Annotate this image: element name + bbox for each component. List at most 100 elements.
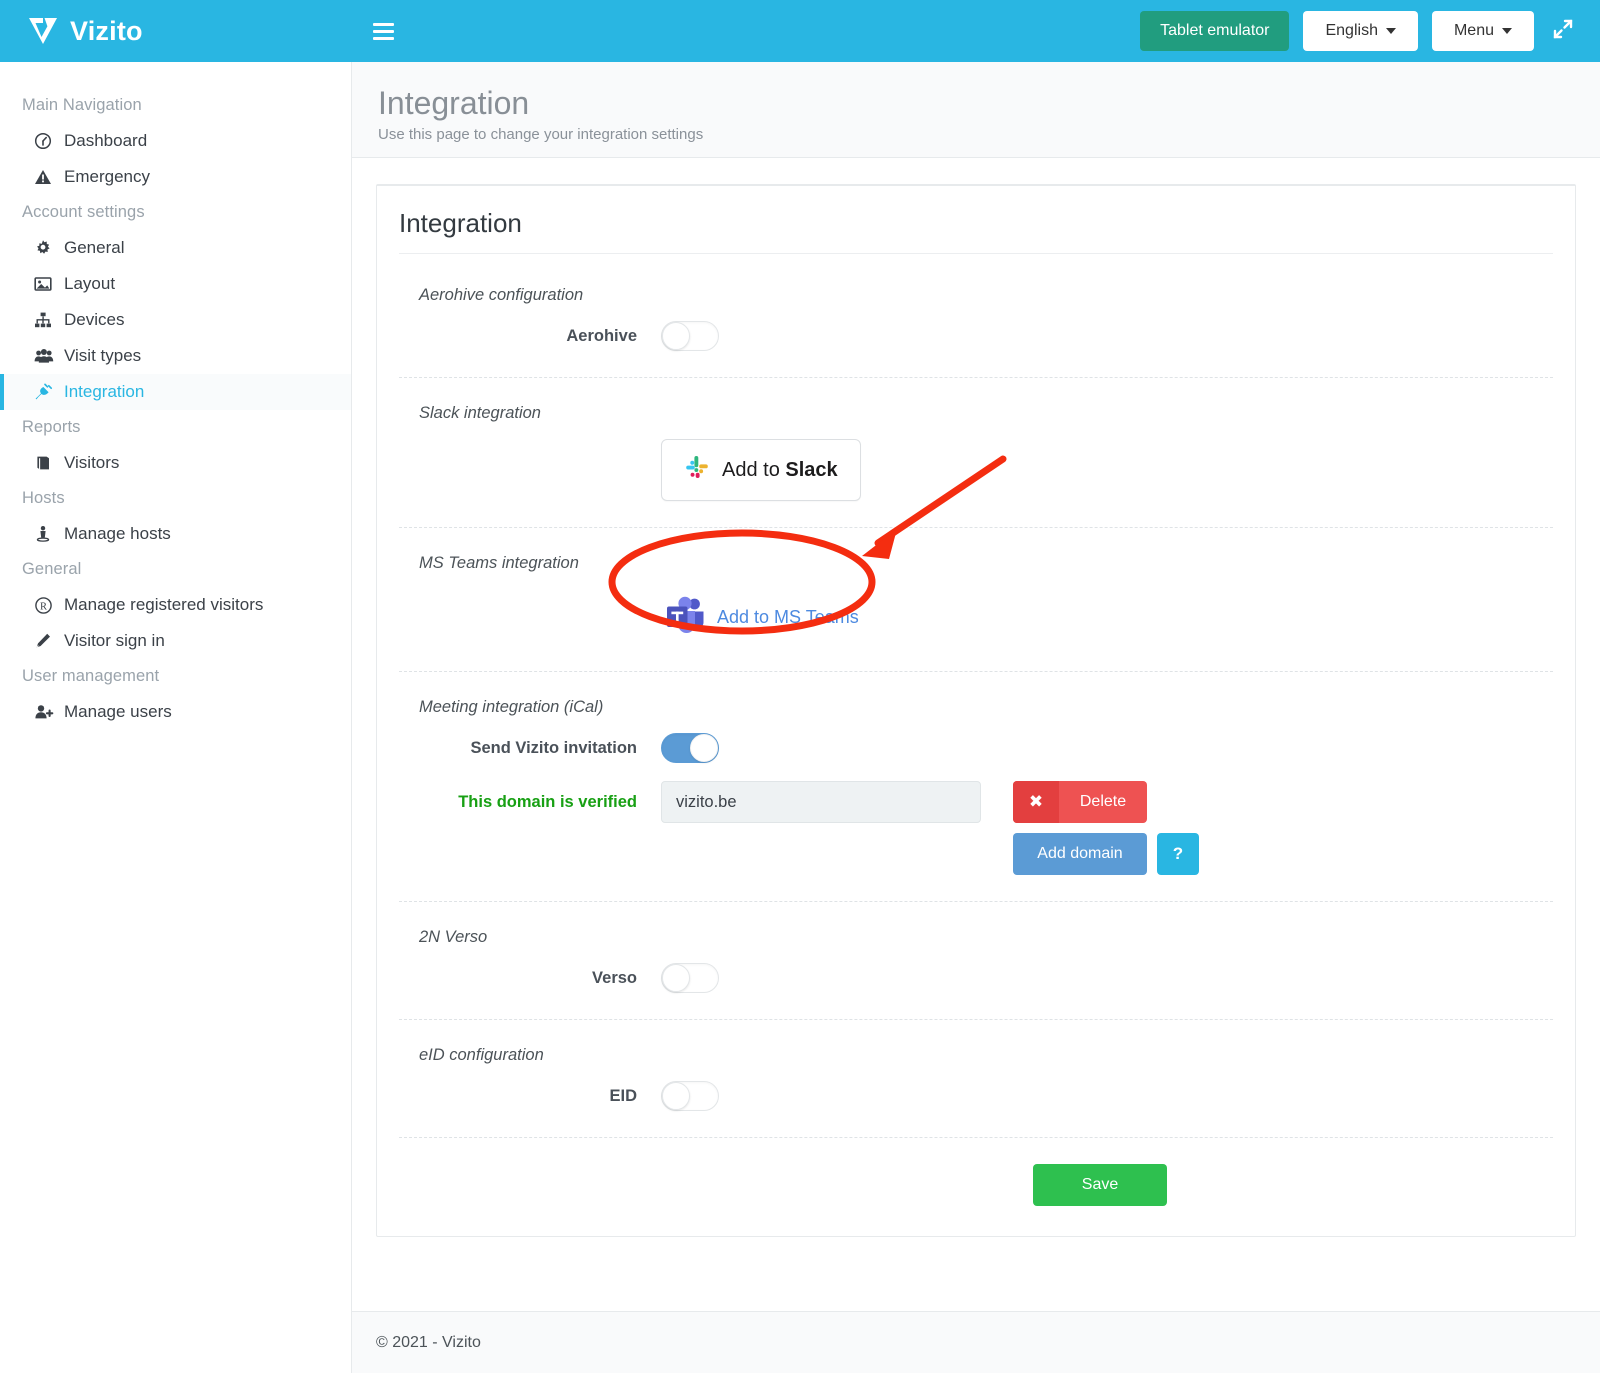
add-to-ms-teams-button[interactable]: Add to MS Teams: [661, 589, 861, 646]
sidebar-item-label: Manage registered visitors: [64, 595, 263, 615]
delete-label: Delete: [1059, 793, 1147, 811]
sidebar-item-label: Visit types: [64, 346, 141, 366]
section-2n-verso: 2N Verso Verso: [399, 902, 1553, 1020]
slack-label-brand: Slack: [785, 459, 837, 481]
section-aerohive: Aerohive configuration Aerohive: [399, 260, 1553, 378]
dashboard-gauge-icon: [34, 132, 64, 150]
section-slack: Slack integration: [399, 378, 1553, 528]
section-eid: eID configuration EID: [399, 1020, 1553, 1138]
sidebar-item-emergency[interactable]: Emergency: [0, 159, 351, 195]
sidebar-item-visitors[interactable]: Visitors: [0, 445, 351, 481]
section-label: MS Teams integration: [399, 554, 1553, 573]
domain-input[interactable]: [661, 781, 981, 823]
domain-help-button[interactable]: ?: [1157, 833, 1199, 875]
tablet-emulator-button[interactable]: Tablet emulator: [1140, 11, 1289, 51]
sidebar-item-devices[interactable]: Devices: [0, 302, 351, 338]
sidebar-item-label: Emergency: [64, 167, 150, 187]
card-title: Integration: [399, 208, 1553, 254]
sidebar-item-manage-hosts[interactable]: Manage hosts: [0, 516, 351, 552]
warning-triangle-icon: [34, 168, 64, 186]
section-label: eID configuration: [399, 1046, 1553, 1065]
plug-icon: [34, 383, 64, 401]
layout-spacer: [399, 1164, 1033, 1206]
brand-name: Vizito: [70, 16, 143, 47]
image-icon: [34, 275, 64, 293]
sidebar-item-manage-registered-visitors[interactable]: R Manage registered visitors: [0, 587, 351, 623]
page-header: Integration Use this page to change your…: [352, 62, 1600, 158]
sidebar-item-label: Dashboard: [64, 131, 147, 151]
close-x-icon: ✖: [1013, 781, 1059, 823]
expand-fullscreen-icon[interactable]: [1548, 18, 1578, 44]
page-title: Integration: [378, 86, 1600, 121]
footer: © 2021 - Vizito: [352, 1311, 1600, 1373]
eid-field-label: EID: [399, 1087, 661, 1106]
eid-toggle[interactable]: [661, 1081, 719, 1111]
menu-label: Menu: [1454, 22, 1494, 40]
send-invitation-field-label: Send Vizito invitation: [399, 739, 661, 758]
hamburger-icon-bar: [373, 37, 394, 40]
sidebar: Main Navigation Dashboard Emergency Acco…: [0, 62, 352, 1373]
sidebar-item-label: General: [64, 238, 124, 258]
sidebar-group-header: Reports: [0, 410, 351, 445]
section-ms-teams: MS Teams integration: [399, 528, 1553, 672]
sidebar-group-header: User management: [0, 659, 351, 694]
sidebar-item-manage-users[interactable]: Manage users: [0, 694, 351, 730]
domain-verified-status: This domain is verified: [399, 793, 661, 812]
sidebar-item-visitor-sign-in[interactable]: Visitor sign in: [0, 623, 351, 659]
delete-domain-button[interactable]: ✖ Delete: [1013, 781, 1147, 823]
toggle-knob: [662, 322, 690, 350]
registered-r-icon: R: [34, 596, 64, 615]
sitemap-icon: [34, 311, 64, 329]
send-vizito-invitation-toggle[interactable]: [661, 733, 719, 763]
save-button[interactable]: Save: [1033, 1164, 1167, 1206]
aerohive-toggle[interactable]: [661, 321, 719, 351]
sidebar-item-label: Manage hosts: [64, 524, 171, 544]
verso-toggle[interactable]: [661, 963, 719, 993]
footer-copyright: © 2021 - Vizito: [376, 1334, 481, 1352]
language-dropdown[interactable]: English: [1303, 11, 1417, 51]
sidebar-toggle-button[interactable]: [360, 8, 406, 54]
section-label: Aerohive configuration: [399, 286, 1553, 305]
brand-area[interactable]: Vizito: [0, 0, 352, 62]
sidebar-group-header: General: [0, 552, 351, 587]
section-meeting-ical: Meeting integration (iCal) Send Vizito i…: [399, 672, 1553, 902]
add-domain-button[interactable]: Add domain: [1013, 833, 1147, 875]
top-bar-actions: Tablet emulator English Menu: [1140, 11, 1600, 51]
add-to-ms-teams-label: Add to MS Teams: [717, 607, 859, 628]
gear-icon: [34, 239, 64, 257]
section-label: Meeting integration (iCal): [399, 698, 1553, 717]
users-group-icon: [34, 347, 64, 365]
sidebar-group-header: Hosts: [0, 481, 351, 516]
book-icon: [34, 454, 64, 472]
toggle-knob: [690, 734, 718, 762]
user-plus-icon: [34, 703, 64, 721]
page-subtitle: Use this page to change your integration…: [378, 126, 1600, 143]
svg-text:R: R: [40, 601, 47, 612]
language-label: English: [1325, 22, 1377, 40]
main-content: Integration Use this page to change your…: [352, 62, 1600, 1373]
sidebar-item-dashboard[interactable]: Dashboard: [0, 123, 351, 159]
menu-dropdown[interactable]: Menu: [1432, 11, 1534, 51]
chevron-down-icon: [1502, 28, 1512, 34]
sidebar-item-general[interactable]: General: [0, 230, 351, 266]
sidebar-group-header: Main Navigation: [0, 88, 351, 123]
sidebar-item-layout[interactable]: Layout: [0, 266, 351, 302]
toggle-knob: [662, 1082, 690, 1110]
add-to-slack-button[interactable]: Add to Slack: [661, 439, 861, 501]
save-row: Save: [399, 1138, 1553, 1206]
ms-teams-logo-icon: [663, 595, 711, 640]
sidebar-item-label: Devices: [64, 310, 124, 330]
section-label: 2N Verso: [399, 928, 1553, 947]
section-label: Slack integration: [399, 404, 1553, 423]
sidebar-group-header: Account settings: [0, 195, 351, 230]
sidebar-item-integration[interactable]: Integration: [0, 374, 351, 410]
top-bar: Vizito Tablet emulator English Menu: [0, 0, 1600, 62]
sidebar-item-visit-types[interactable]: Visit types: [0, 338, 351, 374]
aerohive-field-label: Aerohive: [399, 327, 661, 346]
host-person-icon: [34, 525, 64, 543]
vizito-checkmark-logo-icon: [26, 14, 60, 48]
verso-field-label: Verso: [399, 969, 661, 988]
pencil-icon: [34, 632, 64, 650]
sidebar-item-label: Manage users: [64, 702, 172, 722]
integration-card: Integration Aerohive configuration Aeroh…: [376, 184, 1576, 1237]
